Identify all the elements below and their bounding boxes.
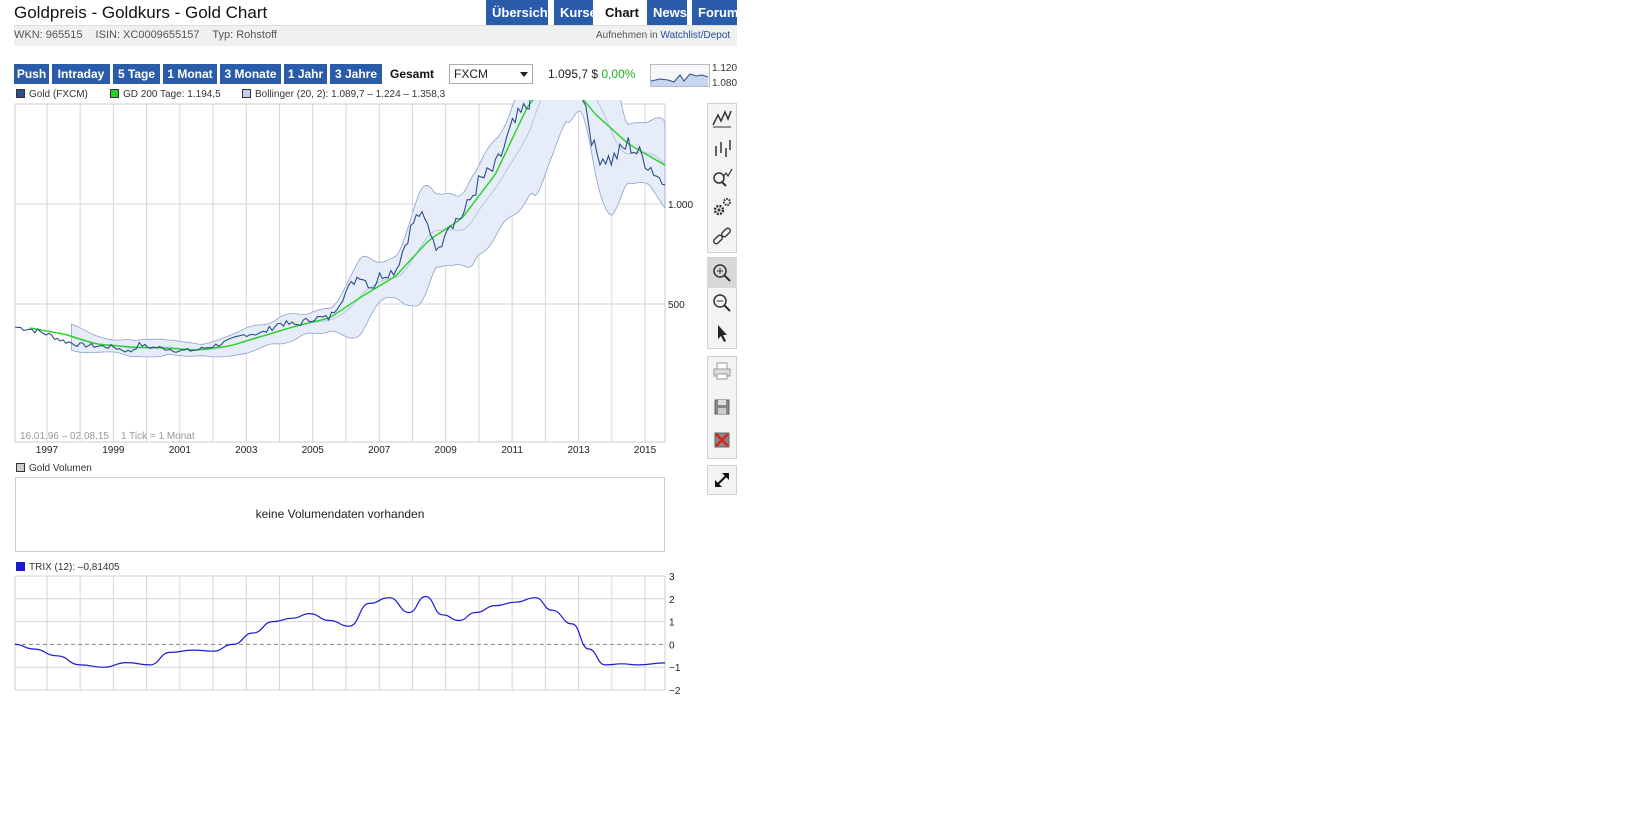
ohlc-chart-button[interactable] xyxy=(707,133,737,163)
trix-y-tick-label: −2 xyxy=(669,686,681,697)
price-change: 0,00% xyxy=(601,67,636,81)
legend-volume-swatch xyxy=(16,463,25,472)
chevron-down-icon xyxy=(520,72,528,77)
mini-chart-high: 1.120 xyxy=(712,63,738,74)
legend-gd200: GD 200 Tage: 1.194,5 xyxy=(110,89,221,100)
x-tick-label: 2015 xyxy=(634,445,657,456)
instrument-meta: WKN: 965515 ISIN: XC0009655157 Typ: Rohs… xyxy=(14,29,287,41)
y-tick-label: 1.000 xyxy=(668,200,693,211)
save-icon xyxy=(714,399,730,415)
x-tick-label: 2009 xyxy=(435,445,458,456)
price-chart-y-axis: 500 1.000 xyxy=(668,200,693,311)
zoom-out-button[interactable] xyxy=(707,288,737,318)
x-tick-label: 2003 xyxy=(235,445,258,456)
legend-gd200-swatch xyxy=(110,89,119,98)
settings-button[interactable] xyxy=(707,192,737,222)
pointer-button[interactable] xyxy=(707,318,737,348)
indicator-button[interactable] xyxy=(707,163,737,193)
legend-bollinger-label: Bollinger (20, 2): 1.089,7 – 1.224 – 1.3… xyxy=(255,89,446,100)
delete-icon xyxy=(714,432,730,448)
exchange-value: FXCM xyxy=(454,67,488,81)
tab-news[interactable]: News xyxy=(647,0,687,25)
range-gesamt-button[interactable]: Gesamt xyxy=(385,64,439,84)
ohlc-chart-icon xyxy=(715,140,731,157)
trix-line xyxy=(14,595,666,668)
print-button[interactable] xyxy=(707,356,737,386)
legend-volume-label: Gold Volumen xyxy=(29,463,92,474)
trix-y-tick-label: 1 xyxy=(669,618,675,629)
line-chart-icon xyxy=(712,110,732,128)
x-tick-label: 1999 xyxy=(102,445,125,456)
x-tick-label: 2013 xyxy=(567,445,590,456)
range-3jahre-button[interactable]: 3 Jahre xyxy=(330,64,382,84)
range-push-button[interactable]: Push xyxy=(14,64,49,84)
tab-uebersicht[interactable]: Übersicht xyxy=(486,0,552,25)
price-display: 1.095,7 $ 0,00% xyxy=(548,67,635,81)
legend-bollinger-swatch xyxy=(242,89,251,98)
range-5tage-button[interactable]: 5 Tage xyxy=(113,64,160,84)
chart-date-range: 16.01.96 – 02.08.15 xyxy=(20,431,109,442)
price-chart[interactable]: 1997 1999 2001 2003 2005 2007 2009 2011 2013 2015… xyxy=(0,100,700,460)
range-1jahr-button[interactable]: 1 Jahr xyxy=(284,64,327,84)
zoom-in-icon xyxy=(713,264,731,282)
tab-forum[interactable]: Forum xyxy=(692,0,738,25)
link-icon xyxy=(713,227,731,245)
expand-button[interactable] xyxy=(707,465,737,495)
trix-chart-grid xyxy=(14,575,666,691)
zoom-out-icon xyxy=(713,294,731,312)
trix-y-tick-label: 3 xyxy=(669,572,675,583)
range-3monate-button[interactable]: 3 Monate xyxy=(220,64,281,84)
x-tick-label: 2005 xyxy=(302,445,325,456)
line-chart-button[interactable] xyxy=(707,103,737,133)
range-1monat-button[interactable]: 1 Monat xyxy=(163,64,217,84)
trix-y-tick-label: 2 xyxy=(669,595,675,606)
type-label: Typ: Rohstoff xyxy=(212,29,277,41)
delete-button[interactable] xyxy=(707,425,737,455)
price-chart-frame xyxy=(14,103,666,443)
page-title: Goldpreis - Goldkurs - Gold Chart xyxy=(14,3,268,22)
wkn-label: WKN: 965515 xyxy=(14,29,83,41)
x-tick-label: 2011 xyxy=(501,445,523,456)
x-tick-label: 1997 xyxy=(36,445,59,456)
settings-gear-icon xyxy=(713,198,731,216)
legend-gold-label: Gold (FXCM) xyxy=(29,89,88,100)
trix-y-axis: 3 2 1 0 −1 −2 xyxy=(669,572,681,697)
chart-tick-info: 1 Tick = 1 Monat xyxy=(121,431,195,442)
legend-gold-swatch xyxy=(16,89,25,98)
exchange-select[interactable]: FXCM xyxy=(449,64,533,84)
save-button[interactable] xyxy=(707,392,737,422)
legend-bollinger: Bollinger (20, 2): 1.089,7 – 1.224 – 1.3… xyxy=(242,89,445,100)
x-tick-label: 2001 xyxy=(169,445,192,456)
watchlist-prefix: Aufnehmen in xyxy=(596,30,658,41)
pointer-icon xyxy=(718,325,727,342)
no-volume-message: keine Volumendaten vorhanden xyxy=(255,507,425,521)
trix-y-tick-label: −1 xyxy=(669,663,681,674)
x-tick-label: 2007 xyxy=(368,445,391,456)
mini-chart[interactable] xyxy=(650,64,710,88)
tab-kurse[interactable]: Kurse xyxy=(554,0,597,25)
legend-gold: Gold (FXCM) xyxy=(16,89,88,100)
indicator-icon xyxy=(713,168,733,187)
isin-label: ISIN: XC0009655157 xyxy=(95,29,200,41)
expand-icon xyxy=(715,473,729,487)
price-value: 1.095,7 $ xyxy=(548,67,599,81)
range-intraday-button[interactable]: Intraday xyxy=(52,64,110,84)
trix-chart[interactable]: 3 2 1 0 −1 −2 xyxy=(0,570,700,700)
price-chart-x-axis: 1997 1999 2001 2003 2005 2007 2009 2011 2013 2015 xyxy=(36,445,657,456)
legend-volume: Gold Volumen xyxy=(16,463,92,474)
legend-gd200-label: GD 200 Tage: 1.194,5 xyxy=(123,89,221,100)
trix-y-tick-label: 0 xyxy=(669,640,675,651)
y-tick-label: 500 xyxy=(668,300,685,311)
mini-chart-low: 1.080 xyxy=(712,78,738,89)
zoom-in-button[interactable] xyxy=(707,258,737,288)
tab-chart[interactable]: Chart xyxy=(599,0,642,25)
watchlist-link[interactable]: Watchlist/Depot xyxy=(661,30,731,41)
print-icon xyxy=(713,362,731,380)
watchlist-hint: Aufnehmen in Watchlist/Depot xyxy=(596,30,730,41)
link-button[interactable] xyxy=(707,222,737,252)
